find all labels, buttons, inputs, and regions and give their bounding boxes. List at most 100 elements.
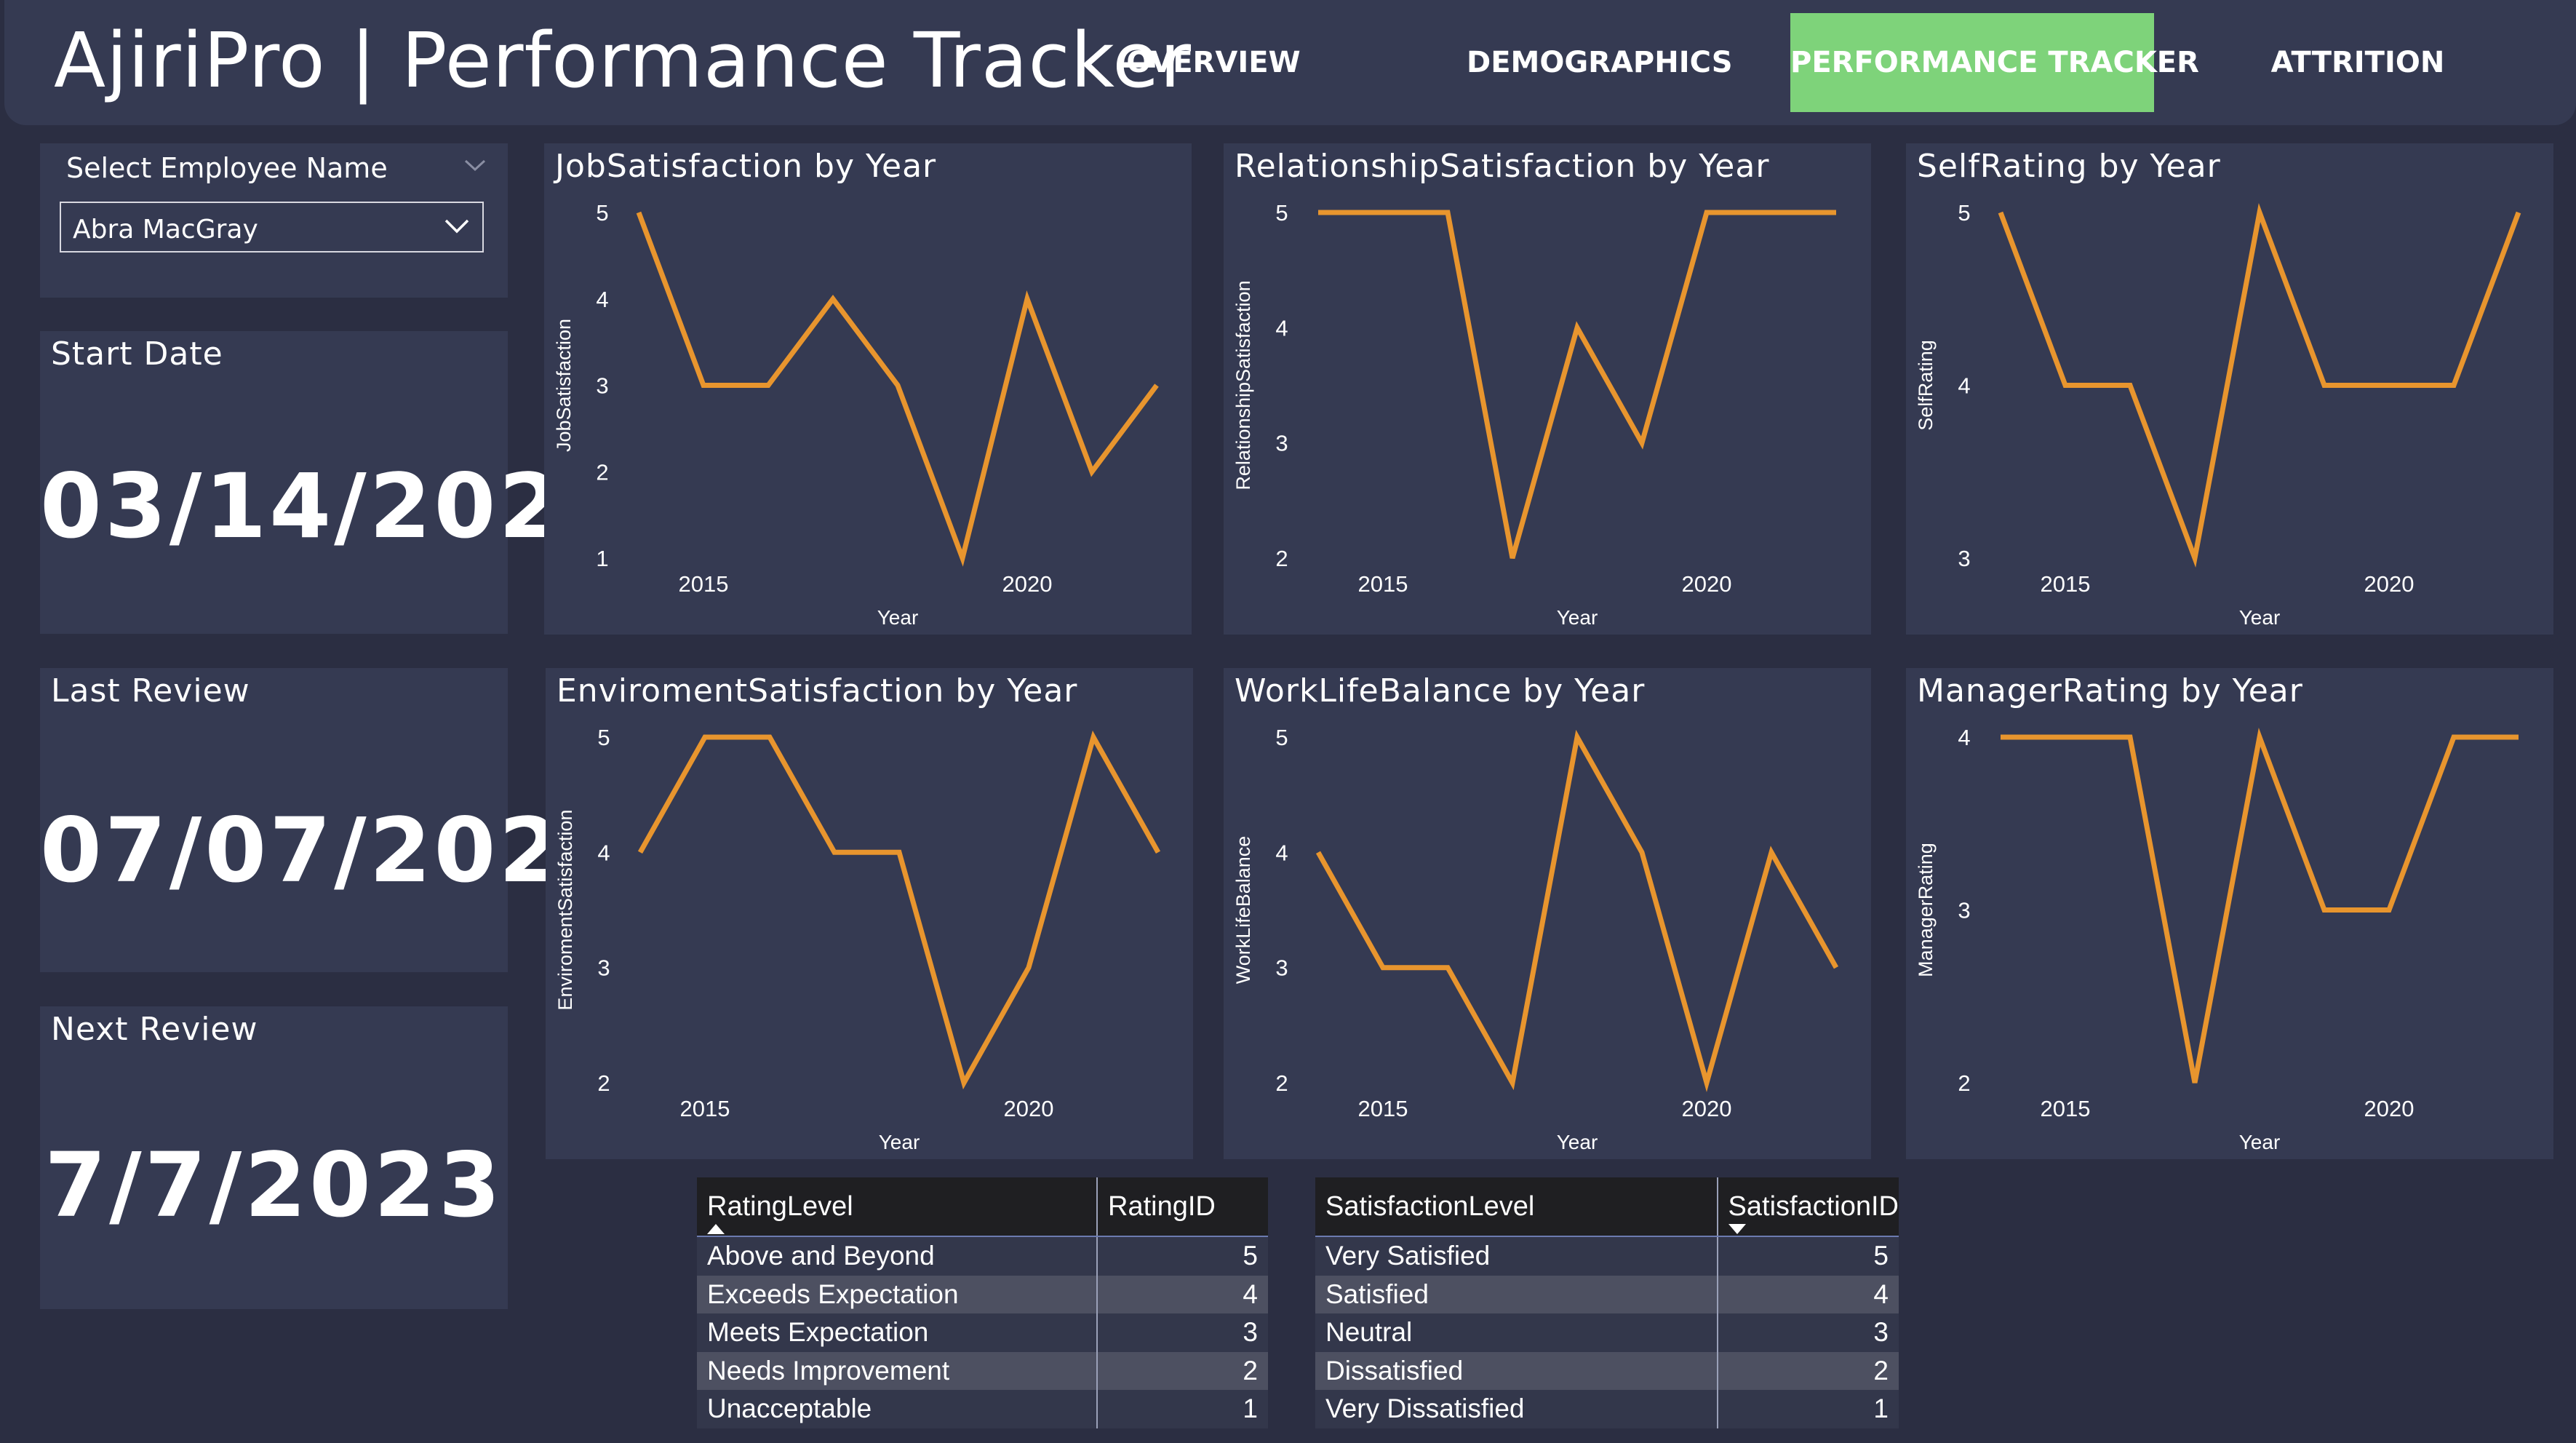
satisfaction-table: SatisfactionLevel SatisfactionID Very Sa… <box>1315 1177 1899 1428</box>
x-axis-title: Year <box>1557 1131 1598 1153</box>
jobsatisfaction-line-chart: 1 2 3 4 5 2015 2020 Year JobSatisfaction <box>553 200 1159 629</box>
x-tick-label: 2015 <box>1358 1096 1408 1121</box>
header-bar: AjiriPro | Performance Tracker OVERVIEW … <box>4 0 2576 125</box>
x-tick-label: 2020 <box>1682 1096 1732 1121</box>
x-tick-label: 2015 <box>2041 571 2091 597</box>
table-cell: Very Satisfied <box>1315 1236 1718 1276</box>
y-tick-label: 1 <box>596 546 608 571</box>
chart-card-worklifebalance: WorkLifeBalance by Year 2 3 4 5 2015 2020 Year… <box>1224 668 1871 1159</box>
table-row[interactable]: Very Satisfied 5 <box>1315 1236 1899 1276</box>
y-axis-title: WorkLifeBalance <box>1232 836 1254 985</box>
y-tick-label: 3 <box>1275 955 1288 981</box>
table-row[interactable]: Neutral 3 <box>1315 1313 1899 1352</box>
last-review-value: 07/07/2022 <box>40 799 629 902</box>
sort-descending-icon <box>1728 1224 1746 1234</box>
table-cell: Needs Improvement <box>697 1351 1098 1390</box>
table-cell: Dissatisfied <box>1315 1351 1718 1390</box>
y-tick-label: 2 <box>1275 546 1288 571</box>
column-header-satisfactionid[interactable]: SatisfactionID <box>1717 1177 1899 1237</box>
x-axis-title: Year <box>2239 606 2281 629</box>
y-tick-label: 3 <box>597 955 610 981</box>
y-axis-title: RelationshipSatisfaction <box>1232 280 1254 490</box>
x-tick-label: 2020 <box>1004 1096 1054 1121</box>
table-cell: 4 <box>1873 1279 1889 1309</box>
relationshipsatisfaction-line-chart: 2 3 4 5 2015 2020 Year RelationshipSatisfaction <box>1232 200 1836 629</box>
y-tick-label: 5 <box>596 200 608 226</box>
y-tick-label: 3 <box>1958 546 1970 571</box>
tab-attrition[interactable]: ATTRITION <box>2245 13 2471 112</box>
table-row[interactable]: Exceeds Expectation 4 <box>697 1275 1268 1313</box>
series-line <box>2001 728 2519 1084</box>
table-cell: 2 <box>1873 1355 1889 1386</box>
y-tick-label: 5 <box>597 725 610 750</box>
y-axis-title: ManagerRating <box>1915 843 1937 977</box>
table-cell: 3 <box>1873 1317 1889 1348</box>
column-header-ratingid[interactable]: RatingID <box>1097 1177 1268 1237</box>
y-axis-title: SelfRating <box>1915 340 1937 431</box>
chart-card-managerrating: ManagerRating by Year 2 3 4 2015 2020 Year Man… <box>1906 668 2553 1159</box>
x-tick-label: 2020 <box>2364 1096 2414 1121</box>
y-tick-label: 2 <box>596 459 608 485</box>
y-tick-label: 3 <box>1275 431 1288 456</box>
slicer-title: Select Employee Name <box>66 152 388 184</box>
chart-card-selfrating: SelfRating by Year 3 4 5 2015 2020 Year SelfRa… <box>1906 143 2553 635</box>
table-cell: 5 <box>1243 1241 1258 1271</box>
table-cell: 5 <box>1873 1241 1889 1271</box>
x-tick-label: 2015 <box>680 1096 730 1121</box>
y-tick-label: 5 <box>1958 200 1970 226</box>
series-line <box>1998 203 2521 568</box>
x-axis-title: Year <box>877 606 919 629</box>
table-row[interactable]: Above and Beyond 5 <box>697 1236 1268 1276</box>
y-tick-label: 5 <box>1275 725 1288 750</box>
sort-ascending-icon <box>707 1224 725 1234</box>
start-date-value: 03/14/2021 <box>40 455 629 558</box>
table-row[interactable]: Very Dissatisfied 1 <box>1315 1390 1899 1428</box>
table-cell: 1 <box>1243 1394 1258 1424</box>
table-row[interactable]: Satisfied 4 <box>1315 1275 1899 1313</box>
last-review-label: Last Review <box>51 672 250 709</box>
y-axis-title: JobSatisfaction <box>553 319 575 452</box>
x-axis-title: Year <box>879 1131 920 1153</box>
slicer-clear-icon[interactable] <box>463 152 487 180</box>
y-tick-label: 4 <box>1275 315 1288 341</box>
x-tick-label: 2015 <box>679 571 729 597</box>
last-review-card: Last Review 07/07/2022 <box>40 668 629 972</box>
table-cell: Meets Expectation <box>697 1313 1098 1352</box>
tab-demographics[interactable]: DEMOGRAPHICS <box>1467 13 1733 112</box>
table-cell: Unacceptable <box>697 1390 1098 1428</box>
y-tick-label: 4 <box>1275 840 1288 865</box>
series-line <box>1315 729 1839 1092</box>
table-row[interactable]: Needs Improvement 2 <box>697 1351 1268 1390</box>
x-tick-label: 2020 <box>1002 571 1053 597</box>
table-cell: 3 <box>1243 1317 1258 1348</box>
column-header-satisfactionlevel[interactable]: SatisfactionLevel <box>1315 1177 1718 1237</box>
chart-card-relationshipsatisfaction: RelationshipSatisfaction by Year 2 3 4 5 201… <box>1224 143 1871 635</box>
y-tick-label: 4 <box>1958 373 1970 399</box>
table-cell: 2 <box>1243 1355 1258 1386</box>
table-cell: 1 <box>1873 1394 1889 1424</box>
enviromentsatisfaction-line-chart: 2 3 4 5 2015 2020 Year EnviromentSatisfaction <box>554 725 1161 1153</box>
chart-card-jobsatisfaction: JobSatisfaction by Year 1 2 3 4 5 2015 2020 Yea… <box>544 143 1192 635</box>
column-header-ratinglevel[interactable]: RatingLevel <box>697 1177 1098 1237</box>
employee-dropdown[interactable]: Abra MacGray <box>60 202 484 253</box>
x-axis-title: Year <box>2239 1131 2281 1153</box>
start-date-label: Start Date <box>51 335 223 373</box>
next-review-label: Next Review <box>51 1011 258 1048</box>
employee-slicer: Select Employee Name Abra MacGray <box>40 143 508 298</box>
table-cell: Very Dissatisfied <box>1315 1390 1718 1428</box>
y-tick-label: 2 <box>597 1070 610 1096</box>
table-row[interactable]: Unacceptable 1 <box>697 1390 1268 1428</box>
table-row[interactable]: Dissatisfied 2 <box>1315 1351 1899 1390</box>
series-line <box>636 211 1159 567</box>
tab-performance-tracker[interactable]: PERFORMANCE TRACKER <box>1790 13 2199 112</box>
worklifebalance-line-chart: 2 3 4 5 2015 2020 Year WorkLifeBalance <box>1232 725 1839 1153</box>
x-tick-label: 2020 <box>2364 571 2414 597</box>
y-tick-label: 4 <box>596 287 608 312</box>
chevron-down-icon <box>442 210 472 241</box>
table-row[interactable]: Meets Expectation 3 <box>697 1313 1268 1352</box>
y-axis-title: EnviromentSatisfaction <box>554 809 576 1010</box>
table-cell: Satisfied <box>1315 1275 1718 1313</box>
tab-overview[interactable]: OVERVIEW <box>1104 13 1323 112</box>
y-tick-label: 4 <box>1958 725 1970 750</box>
next-review-value: 7/7/2023 <box>44 1134 503 1237</box>
